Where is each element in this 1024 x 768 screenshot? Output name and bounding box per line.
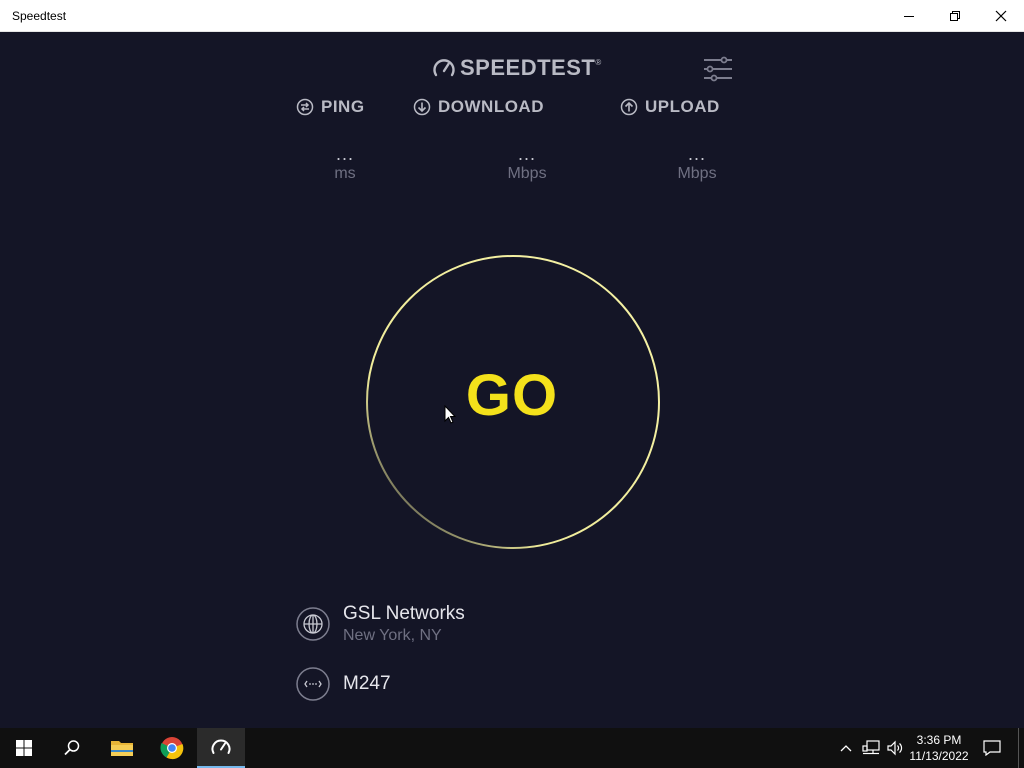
ping-header: PING — [296, 97, 365, 117]
close-icon — [995, 10, 1007, 22]
connection-icon — [296, 667, 330, 701]
download-arrow-icon — [413, 98, 431, 116]
download-header: DOWNLOAD — [413, 97, 544, 117]
chevron-up-icon — [840, 745, 852, 752]
speaker-icon — [887, 740, 903, 756]
download-value: ... — [517, 144, 536, 164]
minimize-icon — [904, 16, 914, 17]
download-result: ... Mbps — [487, 144, 567, 183]
windows-logo-icon — [16, 740, 32, 756]
clock-date: 11/13/2022 — [909, 749, 969, 763]
chrome-icon — [160, 737, 184, 760]
ping-result: ... ms — [305, 144, 385, 183]
server-info[interactable]: GSL Networks New York, NY — [296, 603, 465, 645]
server-location: New York, NY — [343, 627, 442, 644]
folder-icon — [111, 741, 133, 756]
notification-icon — [983, 740, 1001, 756]
globe-icon — [296, 607, 330, 641]
search-button[interactable] — [48, 728, 96, 768]
mouse-cursor-icon — [444, 405, 456, 424]
upload-result: ... Mbps — [657, 144, 737, 183]
ping-unit: ms — [334, 165, 356, 182]
upload-header: UPLOAD — [620, 97, 720, 117]
clock-time: 3:36 PM — [916, 733, 962, 747]
download-label: DOWNLOAD — [438, 97, 544, 116]
ping-value: ... — [335, 144, 354, 164]
minimize-button[interactable] — [886, 0, 932, 32]
upload-arrow-icon — [620, 98, 638, 116]
network-tray-button[interactable] — [860, 728, 882, 768]
upload-label: UPLOAD — [645, 97, 720, 116]
close-button[interactable] — [978, 0, 1024, 32]
ping-label: PING — [321, 97, 365, 116]
taskbar-clock[interactable]: 3:36 PM 11/13/2022 — [906, 732, 972, 764]
ping-icon — [296, 98, 314, 116]
show-hidden-icons-button[interactable] — [836, 728, 856, 768]
speedtest-window: Speedtest SPEEDTEST ® PING DOWNLOAD UPLO… — [0, 0, 1024, 728]
network-icon — [862, 740, 880, 755]
action-center-button[interactable] — [978, 728, 1006, 768]
upload-value: ... — [687, 144, 706, 164]
restore-button[interactable] — [932, 0, 978, 32]
server-name: GSL Networks — [343, 603, 465, 624]
registered-mark: ® — [595, 58, 602, 67]
window-title: Speedtest — [12, 9, 67, 23]
speedtest-taskbar-button[interactable] — [197, 728, 245, 768]
speedtest-logo: SPEEDTEST ® — [432, 55, 602, 80]
provider-info[interactable]: M247 — [296, 667, 391, 701]
speedtest-taskbar-icon — [211, 739, 231, 754]
search-icon — [64, 740, 80, 756]
show-desktop-divider[interactable] — [1018, 728, 1019, 768]
upload-unit: Mbps — [677, 165, 717, 182]
download-unit: Mbps — [507, 165, 547, 182]
volume-tray-button[interactable] — [884, 728, 906, 768]
settings-sliders-icon[interactable] — [702, 56, 734, 82]
title-bar[interactable]: Speedtest — [0, 0, 1024, 32]
logo-text: SPEEDTEST — [460, 55, 596, 80]
file-explorer-button[interactable] — [98, 728, 146, 768]
go-button[interactable]: GO — [440, 362, 584, 429]
restore-icon — [950, 11, 960, 21]
chrome-button[interactable] — [148, 728, 196, 768]
speedometer-logo-icon — [433, 59, 455, 77]
start-button[interactable] — [0, 728, 48, 768]
taskbar: 3:36 PM 11/13/2022 — [0, 728, 1024, 768]
provider-name: M247 — [343, 673, 391, 694]
app-content: SPEEDTEST ® PING DOWNLOAD UPLOAD ... ms … — [0, 32, 1024, 728]
